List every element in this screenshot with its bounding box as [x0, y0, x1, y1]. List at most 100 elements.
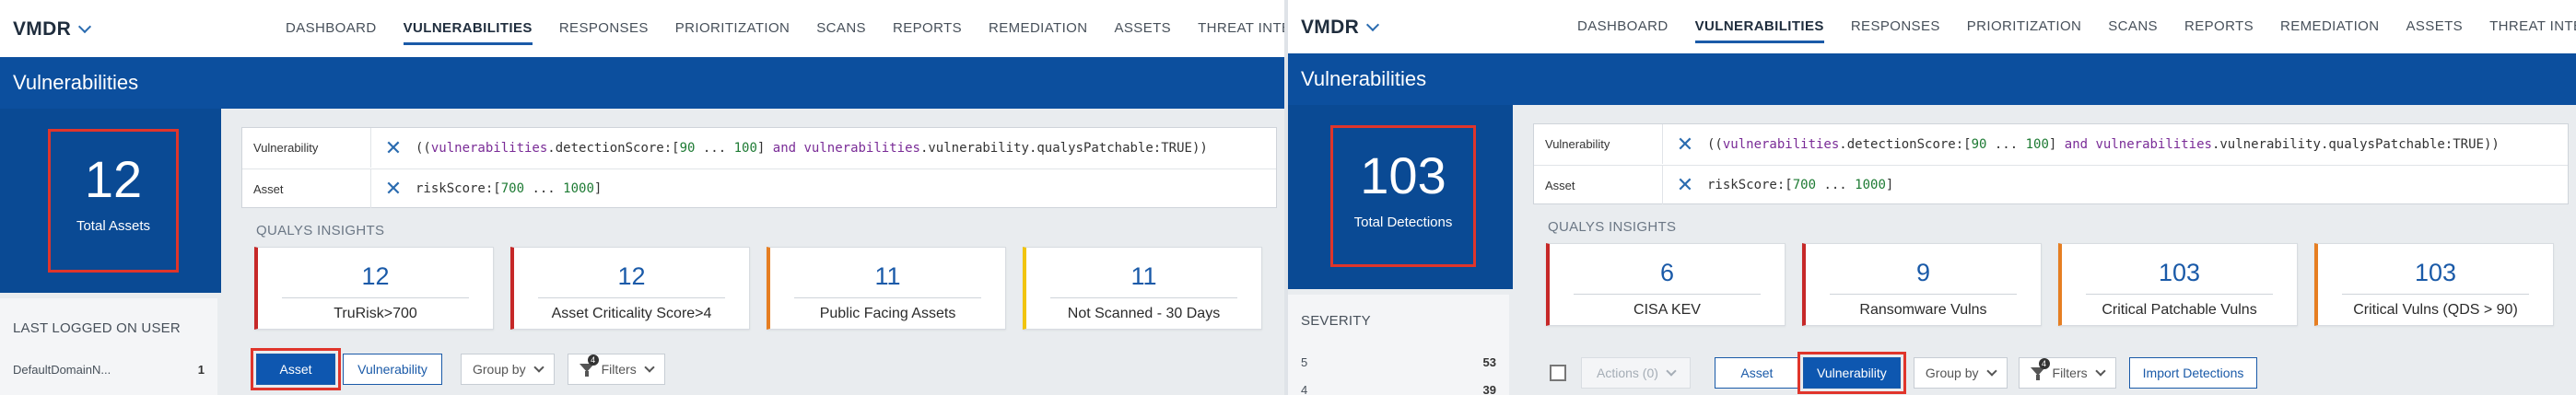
card-label: Critical Patchable Vulns	[2102, 302, 2257, 318]
nav-vulnerabilities[interactable]: VULNERABILITIES	[1694, 18, 1825, 43]
asset-view-button[interactable]: Asset	[1714, 357, 1799, 389]
nav-responses[interactable]: RESPONSES	[1851, 18, 1940, 34]
side-card-title: LAST LOGGED ON USER	[13, 320, 181, 336]
query-box: Vulnerability ✕ ((vulnerabilities.detect…	[241, 127, 1277, 208]
left-panel: VMDR DASHBOARD VULNERABILITIES RESPONSES…	[0, 0, 1284, 395]
card-divider	[1830, 294, 2017, 295]
card-value: 12	[617, 262, 646, 290]
nav-remediation[interactable]: REMEDIATION	[2280, 18, 2379, 34]
card-label: Public Facing Assets	[819, 306, 956, 321]
severity-card: SEVERITY 5 53 4 39	[1288, 295, 1509, 395]
list-item-label: 5	[1301, 355, 1308, 369]
app-switcher[interactable]: VMDR	[1301, 17, 1380, 39]
filter-icon: 4	[2030, 358, 2050, 380]
page-title-bar: Vulnerabilities	[1288, 53, 2576, 105]
filters-dropdown[interactable]: 4 Filters	[567, 354, 665, 385]
nav-prioritization[interactable]: PRIORITIZATION	[675, 20, 790, 36]
main-pane: Vulnerability ✕ ((vulnerabilities.detect…	[221, 109, 1284, 395]
brand-name: VMDR	[13, 18, 72, 40]
nav-scans[interactable]: SCANS	[2108, 18, 2158, 34]
list-item-label: 4	[1301, 383, 1308, 395]
card-value: 9	[1915, 259, 1931, 286]
nav-assets[interactable]: ASSETS	[2406, 18, 2463, 34]
nav-threat-intelligence[interactable]: THREAT INTELLIGENCE	[1198, 20, 1284, 36]
query-vulnerability-text[interactable]: ((vulnerabilities.detectionScore:[90 ...…	[1707, 137, 2500, 152]
card-value: 11	[874, 262, 901, 290]
insight-card-not-scanned[interactable]: 11 Not Scanned - 30 Days	[1023, 247, 1262, 330]
select-all-checkbox[interactable]	[1550, 365, 1566, 381]
insight-card-critical-patchable[interactable]: 103 Critical Patchable Vulns	[2058, 243, 2298, 326]
main-pane: Vulnerability ✕ ((vulnerabilities.detect…	[1513, 105, 2576, 395]
page-title: Vulnerabilities	[1301, 67, 1427, 90]
actions-dropdown[interactable]: Actions (0)	[1581, 357, 1691, 389]
nav-threat-intelligence[interactable]: THREAT INTELLIGENCE	[2489, 18, 2576, 34]
nav-reports[interactable]: REPORTS	[893, 20, 962, 36]
group-by-label: Group by	[1925, 366, 1979, 380]
chevron-down-icon	[1985, 365, 1997, 377]
list-item[interactable]: 4 39	[1301, 383, 1496, 395]
clear-query-icon[interactable]: ✕	[1663, 133, 1707, 157]
chevron-down-icon	[1666, 365, 1677, 377]
nav-menu: DASHBOARD VULNERABILITIES RESPONSES PRIO…	[286, 20, 1284, 45]
vulnerability-view-button[interactable]: Vulnerability	[343, 354, 442, 385]
query-row-asset: Asset ✕ riskScore:[700 ... 1000]	[1534, 165, 2568, 204]
insight-card-public-facing[interactable]: 11 Public Facing Assets	[767, 247, 1006, 330]
nav-assets[interactable]: ASSETS	[1114, 20, 1171, 36]
asset-view-button[interactable]: Asset	[251, 348, 341, 390]
nav-dashboard[interactable]: DASHBOARD	[1577, 18, 1669, 34]
query-label: Asset	[242, 169, 371, 208]
vulnerability-view-button[interactable]: Vulnerability	[1797, 352, 1906, 394]
insight-card-critical-qds[interactable]: 103 Critical Vulns (QDS > 90)	[2314, 243, 2554, 326]
nav-remediation[interactable]: REMEDIATION	[989, 20, 1087, 36]
card-value: 103	[2414, 259, 2457, 286]
insight-card-cisa-kev[interactable]: 6 CISA KEV	[1546, 243, 1786, 326]
insights-title: QUALYS INSIGHTS	[256, 223, 385, 238]
query-asset-text[interactable]: riskScore:[700 ... 1000]	[1707, 178, 1893, 192]
list-item[interactable]: 5 53	[1301, 355, 1496, 369]
card-divider	[1050, 297, 1237, 298]
card-divider	[2086, 294, 2273, 295]
kpi-value: 12	[84, 150, 143, 208]
page-title: Vulnerabilities	[13, 71, 139, 94]
query-asset-text[interactable]: riskScore:[700 ... 1000]	[416, 181, 602, 196]
card-value: 6	[1659, 259, 1675, 286]
filter-count-badge: 4	[2038, 358, 2050, 369]
filters-label: Filters	[601, 362, 637, 377]
insight-card-asset-criticality[interactable]: 12 Asset Criticality Score>4	[510, 247, 750, 330]
filters-dropdown[interactable]: 4 Filters	[2018, 357, 2116, 389]
insight-card-ransomware[interactable]: 9 Ransomware Vulns	[1802, 243, 2042, 326]
card-divider	[1574, 294, 1761, 295]
total-assets-kpi[interactable]: 12 Total Assets	[48, 129, 179, 273]
total-detections-kpi[interactable]: 103 Total Detections	[1330, 125, 1476, 267]
side-card-title: SEVERITY	[1301, 313, 1371, 329]
card-value: 11	[1130, 262, 1157, 290]
list-item-label: DefaultDomainN...	[13, 363, 111, 377]
query-label: Vulnerability	[1534, 124, 1663, 164]
chevron-down-icon	[533, 361, 544, 373]
query-vulnerability-text[interactable]: ((vulnerabilities.detectionScore:[90 ...…	[416, 141, 1208, 156]
nav-scans[interactable]: SCANS	[816, 20, 866, 36]
nav-dashboard[interactable]: DASHBOARD	[286, 20, 377, 36]
clear-query-icon[interactable]: ✕	[1663, 173, 1707, 197]
list-item-count: 39	[1482, 383, 1496, 395]
insight-card-trurisk[interactable]: 12 TruRisk>700	[254, 247, 494, 330]
nav-reports[interactable]: REPORTS	[2184, 18, 2254, 34]
clear-query-icon[interactable]: ✕	[371, 177, 416, 201]
group-by-dropdown[interactable]: Group by	[1913, 357, 2008, 389]
actions-label: Actions (0)	[1597, 366, 1658, 380]
insight-cards: 6 CISA KEV 9 Ransomware Vulns 103 Critic…	[1546, 243, 2554, 326]
nav-vulnerabilities[interactable]: VULNERABILITIES	[403, 20, 533, 45]
insights-title: QUALYS INSIGHTS	[1548, 219, 1677, 235]
import-detections-button[interactable]: Import Detections	[2128, 357, 2258, 389]
clear-query-icon[interactable]: ✕	[371, 136, 416, 160]
nav-responses[interactable]: RESPONSES	[559, 20, 649, 36]
list-item[interactable]: DefaultDomainN... 1	[13, 363, 205, 377]
content-area: 103 Total Detections SEVERITY 5 53 4 39 …	[1288, 105, 2576, 395]
card-divider	[282, 297, 469, 298]
list-item-count: 1	[197, 363, 205, 377]
app-switcher[interactable]: VMDR	[13, 18, 92, 41]
card-label: Critical Vulns (QDS > 90)	[2353, 302, 2518, 318]
group-by-dropdown[interactable]: Group by	[461, 354, 555, 385]
card-value: 103	[2158, 259, 2201, 286]
nav-prioritization[interactable]: PRIORITIZATION	[1967, 18, 2082, 34]
